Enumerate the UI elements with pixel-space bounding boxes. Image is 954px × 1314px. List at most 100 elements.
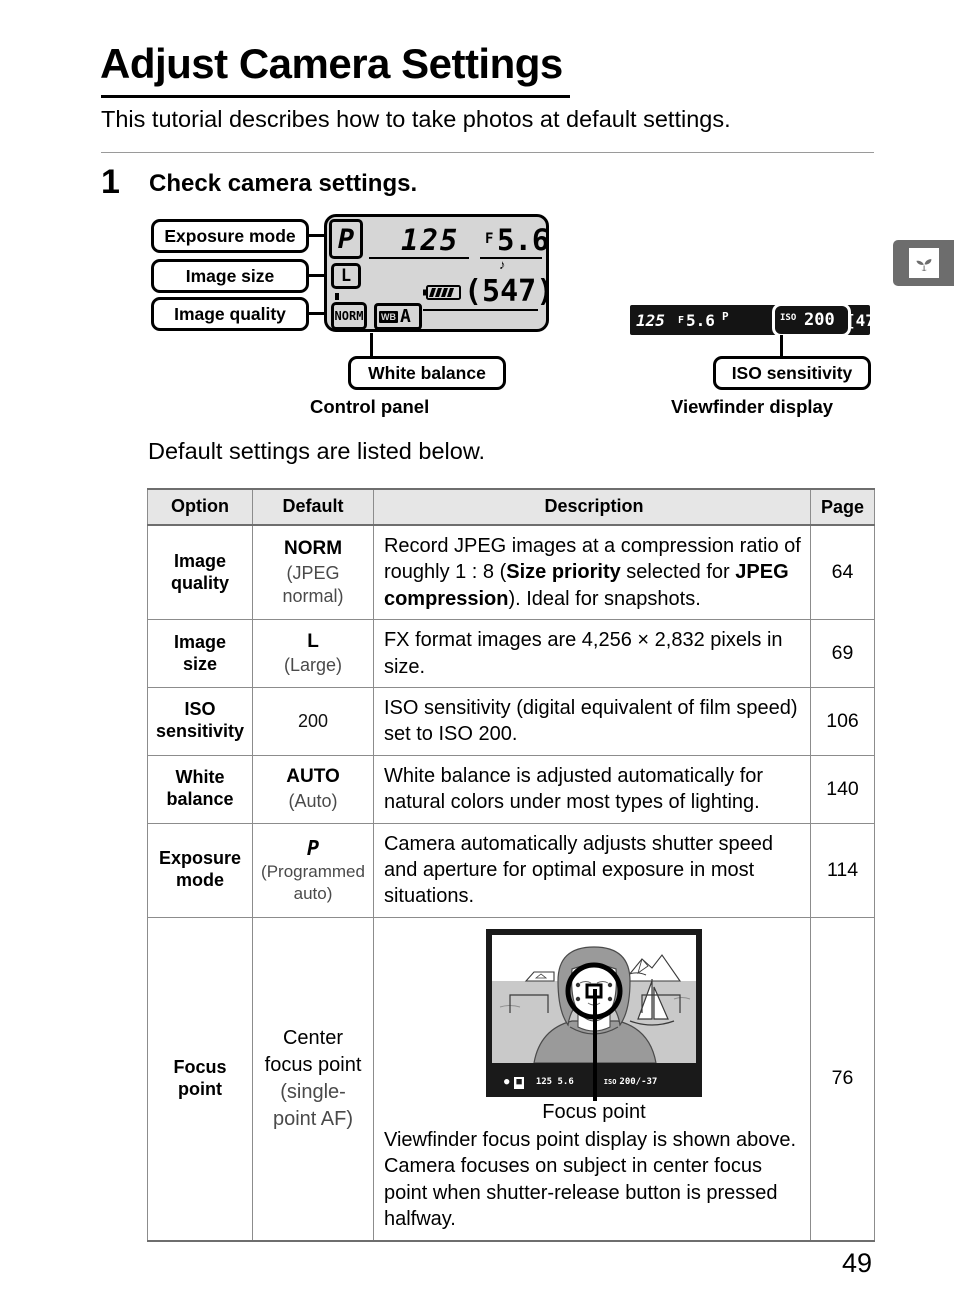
- viewfinder-illustration-wrap: ● ■ 125 5.6 ISO 200/-37 Focus point: [384, 928, 804, 1125]
- cell-page: 114: [810, 822, 875, 918]
- cell-default: 200: [252, 686, 374, 756]
- cell-default: NORM (JPEG normal): [252, 524, 374, 621]
- cell-default-sub: (JPEG normal): [282, 562, 344, 606]
- cell-description-text: FX format images are 4,256 × 2,832 pixel…: [383, 629, 783, 678]
- table-row: Exposure mode P (Programmed auto) Camera…: [146, 822, 875, 918]
- callout-image-quality: Image quality: [151, 297, 309, 331]
- cell-option: Focus point: [146, 916, 254, 1242]
- callout-iso-label: ISO sensitivity: [731, 362, 853, 383]
- cell-option: White balance: [146, 754, 254, 824]
- viewfinder-caption: Viewfinder display: [671, 396, 834, 417]
- cell-page: 106: [810, 686, 875, 756]
- page-number: 49: [841, 1248, 872, 1278]
- vf-info-iso-icon: ISO: [603, 1078, 617, 1087]
- cell-description-text: ISO sensitivity (digital equivalent of f…: [383, 696, 798, 746]
- lcd-rule-bottom: [423, 309, 538, 311]
- lcd-image-size-box: L: [331, 263, 361, 289]
- lcd-shutter-speed: 125: [401, 223, 460, 257]
- cell-default-sub: (Programmed auto): [261, 862, 365, 903]
- cell-description: White balance is adjusted automatically …: [372, 754, 812, 824]
- lcd-aperture-prefix: F: [485, 231, 494, 247]
- callout-image-size-label: Image size: [185, 265, 275, 286]
- callout-iso-sensitivity: ISO sensitivity: [713, 356, 871, 390]
- vf-exposure-mode: P: [722, 310, 729, 323]
- cell-default-sub: (Large): [283, 655, 343, 676]
- vf-iso-label: ISO: [780, 313, 797, 323]
- cell-default-main: L: [307, 630, 319, 652]
- cell-default-main: NORM: [283, 538, 343, 560]
- table-row: Image size L (Large) FX format images ar…: [146, 619, 875, 688]
- leader-white-balance: [370, 333, 373, 357]
- callout-exposure-mode: Exposure mode: [151, 219, 309, 253]
- column-header-option: Option: [146, 488, 254, 526]
- focus-default-line-4: point AF): [272, 1107, 354, 1130]
- cell-page-number: 140: [826, 777, 859, 800]
- callout-image-quality-label: Image quality: [174, 303, 286, 324]
- lcd-aperture: 5.6: [497, 223, 550, 257]
- cell-option-label: ISO sensitivity: [156, 699, 245, 742]
- focus-point-image-caption: Focus point: [542, 1100, 646, 1123]
- column-header-description: Description: [372, 488, 812, 526]
- cell-default: Center focus point (single- point AF): [252, 916, 374, 1242]
- vf-aperture: 5.6: [686, 311, 715, 330]
- cell-option-label: White balance: [166, 767, 234, 810]
- table-row: White balance AUTO (Auto) White balance …: [146, 754, 875, 824]
- table-header-row: Option Default Description Page: [146, 488, 875, 526]
- af-indicator-icon: ●: [503, 1076, 510, 1087]
- cell-option-label: Focus point: [173, 1056, 227, 1099]
- cell-description: Record JPEG images at a compression rati…: [372, 524, 812, 621]
- viewfinder-illustration: ● ■ 125 5.6 ISO 200/-37: [485, 928, 702, 1101]
- cell-option-label: Exposure mode: [159, 848, 242, 891]
- table-row: ISO sensitivity 200 ISO sensitivity (dig…: [146, 686, 875, 756]
- cell-option-label: Image size: [174, 631, 227, 674]
- focus-default-line-1: Center: [282, 1026, 344, 1049]
- cell-default: L (Large): [252, 619, 374, 688]
- metering-icon: ■: [514, 1076, 524, 1089]
- cell-page: 140: [810, 754, 875, 824]
- callout-exposure-mode-label: Exposure mode: [164, 225, 296, 246]
- focus-point-leader-line: [592, 988, 597, 1101]
- cell-option: Image size: [146, 619, 254, 688]
- cell-description-text: Camera automatically adjusts shutter spe…: [383, 832, 774, 908]
- vf-info-exposure: 125 5.6: [535, 1076, 574, 1087]
- lcd-image-quality-value: NORM: [334, 309, 364, 323]
- focus-default-line-2: focus point: [264, 1053, 362, 1076]
- lcd-image-size-value: L: [340, 266, 352, 286]
- cell-description: FX format images are 4,256 × 2,832 pixel…: [372, 619, 812, 688]
- focus-point-body-text: Viewfinder focus point display is shown …: [383, 1129, 797, 1231]
- cell-page-number: 114: [826, 858, 859, 881]
- callout-white-balance: White balance: [348, 356, 506, 390]
- beep-icon: ♪: [499, 257, 506, 272]
- control-panel-diagram: Exposure mode Image size Image quality W…: [0, 0, 954, 430]
- vf-frames-remaining: [47]: [846, 311, 885, 330]
- cell-description: ● ■ 125 5.6 ISO 200/-37 Focus point View…: [372, 916, 812, 1242]
- lcd-exposure-mode-box: P: [329, 219, 363, 259]
- cell-page-number: 106: [826, 709, 859, 732]
- cell-option-label: Image quality: [171, 550, 230, 593]
- table-row: Image quality NORM (JPEG normal) Record …: [146, 524, 875, 621]
- battery-full-icon: [423, 285, 461, 300]
- cell-default-main: P: [306, 835, 320, 860]
- cell-description: ISO sensitivity (digital equivalent of f…: [372, 686, 812, 756]
- lcd-divider-tick: [335, 293, 339, 300]
- cell-default: P (Programmed auto): [252, 822, 374, 918]
- intro-line: Default settings are listed below.: [148, 438, 486, 464]
- cell-description: Camera automatically adjusts shutter spe…: [372, 822, 812, 918]
- cell-page: 76: [810, 916, 875, 1242]
- cell-default-sub: 200: [297, 710, 329, 731]
- vf-shutter-speed: 125: [636, 311, 665, 330]
- cell-default-main: AUTO: [286, 766, 340, 788]
- vf-aperture-prefix: F: [678, 315, 685, 326]
- cell-default-sub: (Auto): [288, 790, 338, 811]
- control-panel-caption: Control panel: [310, 396, 430, 417]
- lcd-wb-value: A: [400, 306, 411, 327]
- column-header-page: Page: [810, 488, 875, 526]
- vf-info-frames: 200/-37: [619, 1076, 658, 1087]
- table-row: Focus point Center focus point (single- …: [146, 916, 875, 1242]
- cell-option: Image quality: [146, 524, 254, 621]
- column-header-default: Default: [252, 488, 374, 526]
- cell-default: AUTO (Auto): [252, 754, 374, 824]
- cell-page-number: 76: [831, 1067, 854, 1090]
- leader-iso-sensitivity: [780, 335, 783, 357]
- cell-default-focus: Center focus point (single- point AF): [261, 1025, 365, 1133]
